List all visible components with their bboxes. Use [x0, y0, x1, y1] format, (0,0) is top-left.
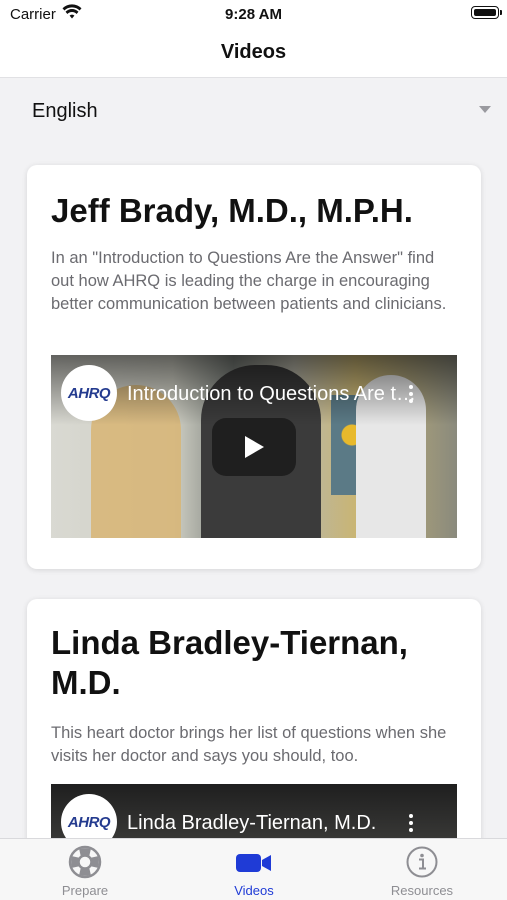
chevron-down-icon[interactable] [479, 106, 491, 113]
clock: 9:28 AM [225, 6, 282, 23]
speaker-name: Jeff Brady, M.D., M.P.H. [51, 192, 413, 229]
logo-text: AHRQ [67, 813, 111, 831]
play-icon [245, 436, 264, 458]
ahrq-logo: AHRQ [61, 365, 117, 421]
tab-resources[interactable]: Resources [362, 845, 482, 898]
tab-prepare[interactable]: Prepare [25, 845, 145, 898]
language-value: English [32, 100, 98, 122]
video-description: In an "Introduction to Questions Are the… [51, 249, 447, 313]
tab-bar: Prepare Videos Resources [0, 838, 507, 900]
info-icon [406, 846, 438, 878]
page-title: Videos [220, 41, 287, 63]
tab-label: Resources [390, 883, 454, 898]
battery-icon [471, 6, 502, 19]
video-player[interactable]: AHRQ Introduction to Questions Are the A… [51, 355, 457, 538]
tab-videos[interactable]: Videos [194, 845, 314, 898]
video-description: This heart doctor brings her list of que… [51, 724, 447, 765]
video-title[interactable]: Introduction to Questions Are the Answer [127, 383, 417, 406]
play-button[interactable] [212, 418, 296, 476]
speaker-name: Linda Bradley-Tiernan, M.D. [51, 624, 408, 701]
status-bar: Carrier 9:28 AM [0, 0, 507, 28]
more-options-icon[interactable] [409, 814, 413, 835]
video-title[interactable]: Linda Bradley-Tiernan, M.D. [127, 812, 417, 835]
language-selector[interactable]: English [0, 78, 507, 142]
navigation-bar: Videos [0, 28, 507, 78]
video-card: Jeff Brady, M.D., M.P.H. In an "Introduc… [27, 165, 481, 569]
tab-label: Videos [234, 883, 274, 898]
tab-label: Prepare [61, 883, 109, 898]
video-camera-icon [236, 854, 271, 872]
more-options-icon[interactable] [409, 385, 413, 406]
logo-text: AHRQ [67, 384, 111, 402]
lifebuoy-icon [68, 845, 102, 879]
video-player[interactable]: AHRQ Linda Bradley-Tiernan, M.D. [51, 784, 457, 844]
ahrq-logo: AHRQ [61, 794, 117, 844]
